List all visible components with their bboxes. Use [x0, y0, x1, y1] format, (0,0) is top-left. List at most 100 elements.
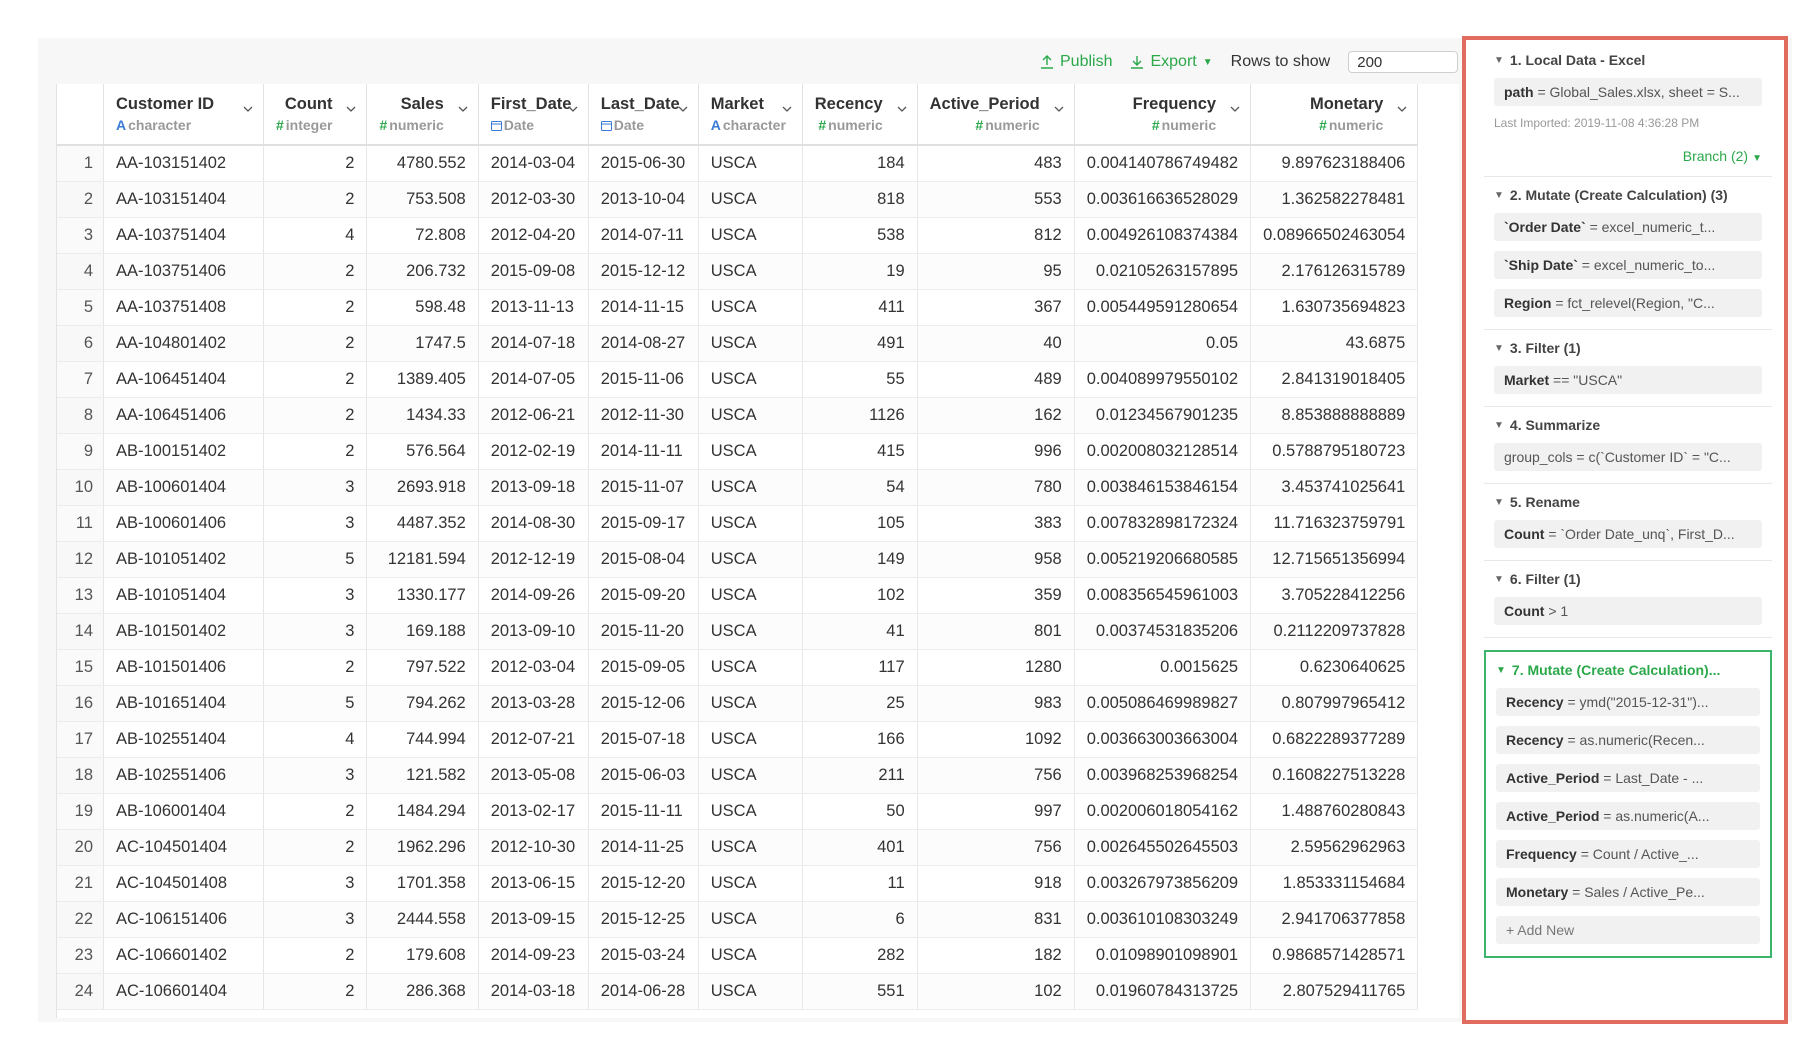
table-cell[interactable]: 538	[802, 217, 918, 254]
table-cell[interactable]: USCA	[698, 613, 803, 650]
chevron-down-icon[interactable]	[243, 104, 253, 114]
table-cell[interactable]: USCA	[698, 505, 803, 542]
table-cell[interactable]: 812	[917, 217, 1075, 254]
table-cell[interactable]: 121.582	[366, 757, 479, 794]
rows-to-show-input[interactable]: 200	[1348, 51, 1459, 73]
table-cell[interactable]: AB-101051404	[103, 577, 264, 614]
table-cell[interactable]: 996	[917, 433, 1075, 470]
table-cell[interactable]: AC-104501408	[103, 865, 264, 902]
table-cell[interactable]: USCA	[698, 901, 803, 938]
table-cell[interactable]: 0.807997965412	[1250, 685, 1419, 722]
table-cell[interactable]: 2	[263, 433, 368, 470]
step-command[interactable]: Count = `Order Date_unq`, First_D...	[1494, 520, 1762, 548]
column-header[interactable]: Customer ID Acharacter	[103, 84, 264, 146]
step-command[interactable]: `Order Date` = excel_numeric_t...	[1494, 213, 1762, 241]
table-cell[interactable]: 2014-03-18	[478, 973, 589, 1010]
table-cell[interactable]: USCA	[698, 649, 803, 686]
column-header[interactable]: Frequency # numeric	[1074, 84, 1252, 146]
table-cell[interactable]: 0.004140786749482	[1074, 145, 1252, 182]
step-title[interactable]: ▼ 3. Filter (1)	[1494, 340, 1762, 356]
table-cell[interactable]: 2014-11-25	[588, 829, 699, 866]
table-cell[interactable]: 5	[263, 541, 368, 578]
table-cell[interactable]: 0.6822289377289	[1250, 721, 1419, 758]
table-cell[interactable]: 2	[263, 145, 368, 182]
table-cell[interactable]: 2	[263, 793, 368, 830]
table-cell[interactable]: 162	[917, 397, 1075, 434]
column-header[interactable]: Count # integer	[263, 84, 368, 146]
table-cell[interactable]: USCA	[698, 181, 803, 218]
table-cell[interactable]: 3	[263, 469, 368, 506]
table-cell[interactable]: 4780.552	[366, 145, 479, 182]
table-cell[interactable]: 211	[802, 757, 918, 794]
table-cell[interactable]: 0.003616636528029	[1074, 181, 1252, 218]
table-cell[interactable]: 2	[263, 649, 368, 686]
step-2[interactable]: ▼ 2. Mutate (Create Calculation) (3) `Orde…	[1484, 177, 1772, 330]
add-new-button[interactable]: + Add New	[1496, 916, 1760, 944]
table-cell[interactable]: 0.004089979550102	[1074, 361, 1252, 398]
step-4[interactable]: ▼ 4. Summarize group_cols = c(`Customer ID…	[1484, 407, 1772, 484]
table-cell[interactable]: USCA	[698, 793, 803, 830]
table-cell[interactable]: AA-104801402	[103, 325, 264, 362]
table-cell[interactable]: 1126	[802, 397, 918, 434]
table-cell[interactable]: 4	[263, 721, 368, 758]
table-cell[interactable]: 1330.177	[366, 577, 479, 614]
table-cell[interactable]: 12181.594	[366, 541, 479, 578]
table-cell[interactable]: USCA	[698, 937, 803, 974]
publish-button[interactable]: Publish	[1040, 53, 1112, 71]
table-cell[interactable]: AB-100601406	[103, 505, 264, 542]
table-cell[interactable]: 2	[263, 325, 368, 362]
table-cell[interactable]: AC-106601404	[103, 973, 264, 1010]
table-cell[interactable]: AA-103751406	[103, 253, 264, 290]
step-command[interactable]: Monetary = Sales / Active_Pe...	[1496, 878, 1760, 906]
table-cell[interactable]: 166	[802, 721, 918, 758]
table-cell[interactable]: 4	[263, 217, 368, 254]
table-cell[interactable]: 6	[802, 901, 918, 938]
table-cell[interactable]: 483	[917, 145, 1075, 182]
table-cell[interactable]: 2012-03-30	[478, 181, 589, 218]
collapse-triangle-icon[interactable]: ▼	[1494, 343, 1504, 354]
table-cell[interactable]: 2	[263, 253, 368, 290]
table-cell[interactable]: 0.002008032128514	[1074, 433, 1252, 470]
column-header[interactable]: Monetary # numeric	[1250, 84, 1419, 146]
chevron-down-icon[interactable]	[458, 104, 468, 114]
table-cell[interactable]: 0.003846153846154	[1074, 469, 1252, 506]
chevron-down-icon[interactable]	[897, 104, 907, 114]
table-cell[interactable]: 169.188	[366, 613, 479, 650]
table-cell[interactable]: 282	[802, 937, 918, 974]
table-cell[interactable]: 0.01098901098901	[1074, 937, 1252, 974]
table-cell[interactable]: 2015-09-20	[588, 577, 699, 614]
table-cell[interactable]: 50	[802, 793, 918, 830]
table-cell[interactable]: AB-100601404	[103, 469, 264, 506]
table-cell[interactable]: 43.6875	[1250, 325, 1419, 362]
table-cell[interactable]: 0.002006018054162	[1074, 793, 1252, 830]
table-cell[interactable]: 2015-12-06	[588, 685, 699, 722]
table-cell[interactable]: AB-101051402	[103, 541, 264, 578]
table-cell[interactable]: 2015-06-30	[588, 145, 699, 182]
table-cell[interactable]: AB-101651404	[103, 685, 264, 722]
table-cell[interactable]: 0.002645502645503	[1074, 829, 1252, 866]
table-cell[interactable]: 55	[802, 361, 918, 398]
table-cell[interactable]: 997	[917, 793, 1075, 830]
table-cell[interactable]: 983	[917, 685, 1075, 722]
table-cell[interactable]: 0.01234567901235	[1074, 397, 1252, 434]
step-command[interactable]: Region = fct_relevel(Region, "C...	[1494, 289, 1762, 317]
table-cell[interactable]: USCA	[698, 253, 803, 290]
table-cell[interactable]: AA-103151402	[103, 145, 264, 182]
table-cell[interactable]: 2012-04-20	[478, 217, 589, 254]
table-cell[interactable]: 958	[917, 541, 1075, 578]
table-cell[interactable]: 383	[917, 505, 1075, 542]
table-cell[interactable]: USCA	[698, 973, 803, 1010]
step-6[interactable]: ▼ 6. Filter (1) Count > 1	[1484, 561, 1772, 638]
table-cell[interactable]: 2012-12-19	[478, 541, 589, 578]
table-cell[interactable]: 1.488760280843	[1250, 793, 1419, 830]
table-cell[interactable]: 41	[802, 613, 918, 650]
step-7[interactable]: ▼ 7. Mutate (Create Calculation)... Recenc…	[1484, 650, 1772, 958]
step-title[interactable]: ▼ 5. Rename	[1494, 494, 1762, 510]
table-cell[interactable]: 2014-07-18	[478, 325, 589, 362]
table-cell[interactable]: 2	[263, 397, 368, 434]
table-cell[interactable]: 2015-12-20	[588, 865, 699, 902]
chevron-down-icon[interactable]	[782, 104, 792, 114]
table-cell[interactable]: USCA	[698, 145, 803, 182]
table-cell[interactable]: 5	[263, 685, 368, 722]
table-cell[interactable]: 3	[263, 505, 368, 542]
